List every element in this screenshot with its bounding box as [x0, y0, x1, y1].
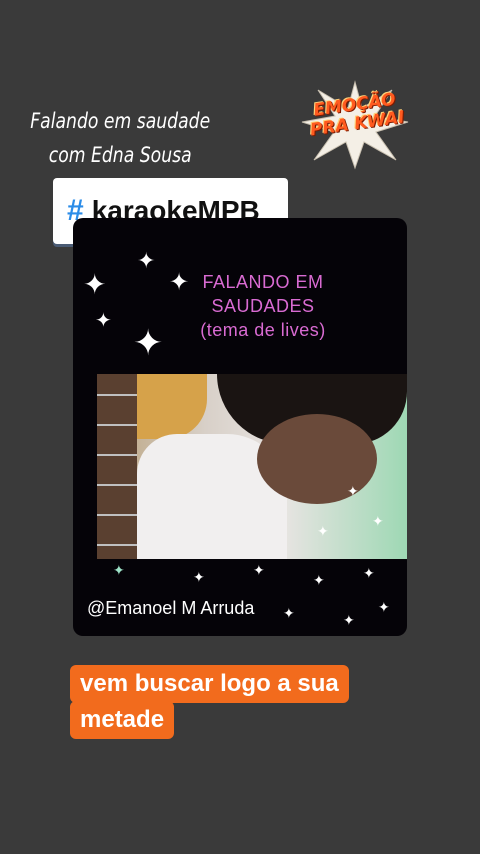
video-credit: @Emanoel M Arruda [87, 598, 255, 618]
sparkle-icon: ✦ [133, 322, 164, 363]
sparkle-icon: ✦ [137, 248, 156, 273]
video-card[interactable]: FALANDO EM SAUDADES (tema de lives) ✦ ✦ … [73, 218, 407, 636]
sparkle-icon: ✦ [313, 572, 325, 588]
sparkle-icon: ✦ [378, 599, 390, 615]
sparkle-icon: ✦ [169, 269, 190, 296]
sparkle-icon: ✦ [363, 565, 375, 581]
card-title: FALANDO EM SAUDADES (tema de lives) [197, 270, 329, 342]
sparkle-icon: ✦ [95, 310, 112, 332]
video-frame-image: ✦ ✦ ✦ [97, 374, 407, 559]
sparkle-icon: ✦ [253, 562, 265, 578]
bottom-text-bubble: vem buscar logo a sua metade [70, 665, 349, 739]
emocao-pra-kwai-sticker: EMOÇÃO PRA KWAI [300, 80, 410, 170]
sparkle-icon: ✦ [113, 562, 125, 578]
sparkle-icon: ✦ [317, 523, 329, 539]
card-title-line-2: SAUDADES [211, 296, 315, 316]
sparkle-icon: ✦ [83, 269, 107, 300]
card-title-line-3: (tema de lives) [200, 320, 326, 340]
sparkle-icon: ✦ [343, 612, 355, 628]
sparkle-icon: ✦ [283, 605, 295, 621]
video-caption: Falando em saudade com Edna Sousa [30, 104, 210, 172]
bottom-text-line-1: vem buscar logo a sua [70, 665, 349, 703]
caption-line-1: Falando em saudade [30, 109, 211, 133]
sparkle-icon: ✦ [347, 483, 359, 499]
bottom-text-line-2: metade [70, 701, 175, 739]
caption-line-2: com Edna Sousa [48, 143, 192, 167]
sparkle-icon: ✦ [372, 513, 384, 529]
card-title-line-1: FALANDO EM [202, 272, 324, 292]
sparkle-icon: ✦ [193, 569, 205, 585]
